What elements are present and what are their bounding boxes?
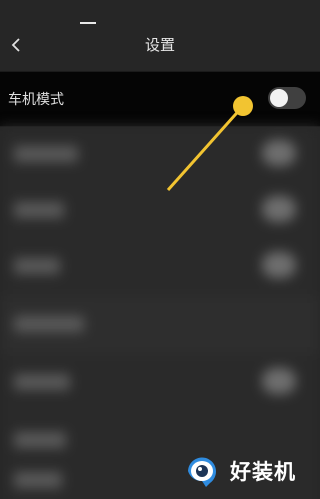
blurred-label	[14, 146, 78, 162]
settings-screen: 设置 车机模式 好装机	[0, 0, 320, 499]
list-item	[0, 182, 320, 240]
watermark-text: 好装机	[230, 460, 296, 484]
blurred-label	[14, 432, 66, 448]
blurred-toggle	[262, 140, 296, 166]
blurred-label	[14, 472, 62, 488]
blurred-toggle	[262, 252, 296, 278]
blurred-settings-list	[0, 126, 320, 499]
blurred-label	[14, 258, 60, 274]
car-mode-toggle[interactable]	[268, 87, 306, 109]
page-title: 设置	[144, 36, 175, 54]
blurred-label	[14, 374, 70, 390]
status-indicator	[80, 22, 96, 24]
watermark: 好装机	[180, 448, 296, 494]
blurred-label	[14, 316, 84, 332]
toggle-knob	[270, 89, 288, 107]
list-item	[0, 126, 320, 184]
list-item	[0, 354, 320, 412]
blurred-toggle	[262, 196, 296, 222]
blurred-toggle	[262, 368, 296, 394]
watermark-logo	[188, 457, 216, 487]
blurred-label	[14, 202, 64, 218]
car-mode-label: 车机模式	[8, 92, 64, 108]
top-bar: 设置	[0, 0, 320, 70]
list-item	[0, 296, 320, 354]
list-item	[0, 238, 320, 296]
